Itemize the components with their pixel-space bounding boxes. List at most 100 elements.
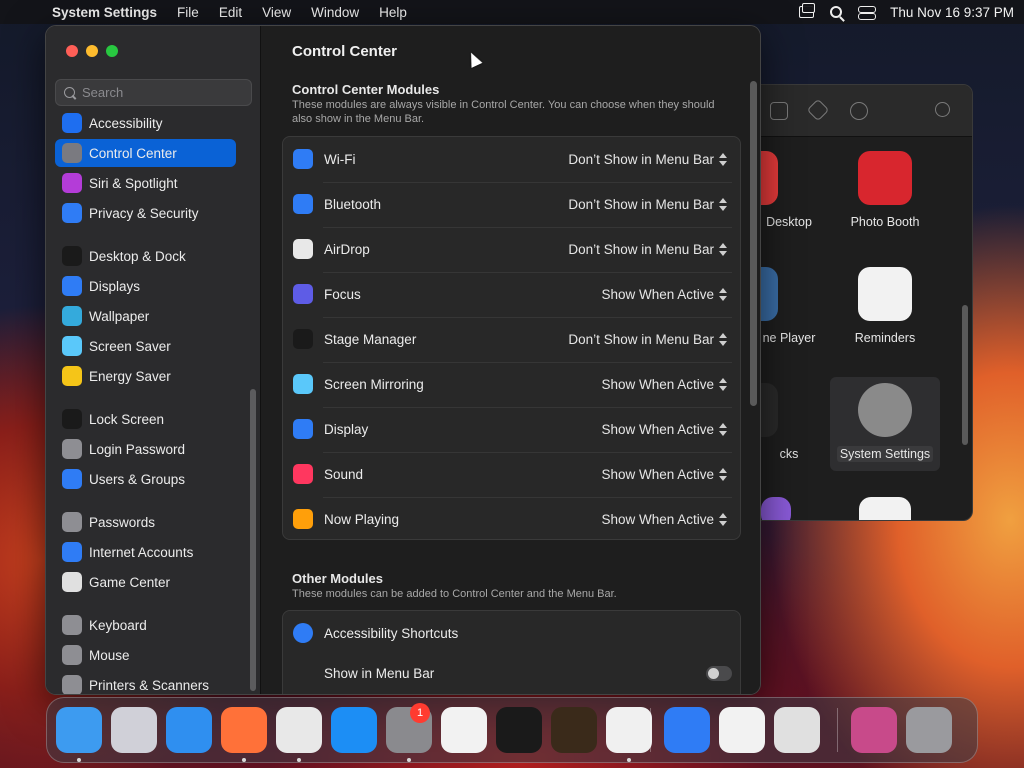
chevron-up-down-icon[interactable] [718, 242, 728, 257]
finder-icon[interactable] [56, 707, 102, 753]
chevron-up-down-icon[interactable] [718, 377, 728, 392]
trash-icon[interactable] [906, 707, 952, 753]
sidebar-item-displays[interactable]: Displays [55, 272, 236, 300]
p-app-icon[interactable] [719, 707, 765, 753]
sidebar-item-printers-scanners[interactable]: Printers & Scanners [55, 671, 236, 694]
app-partial-icon[interactable] [859, 497, 911, 520]
launchpad-icon[interactable] [111, 707, 157, 753]
menu-window[interactable]: Window [311, 5, 359, 20]
sidebar-item-wallpaper[interactable]: Wallpaper [55, 302, 236, 330]
app-label: ne Player [762, 331, 816, 345]
chevron-up-down-icon[interactable] [718, 152, 728, 167]
chevron-up-down-icon[interactable] [718, 287, 728, 302]
textedit-icon[interactable] [441, 707, 487, 753]
guitar-icon[interactable] [551, 707, 597, 753]
share-icon[interactable] [770, 102, 788, 120]
zoom-button[interactable] [106, 45, 118, 57]
users-icon [62, 469, 82, 489]
search-icon[interactable] [935, 102, 950, 117]
safari-icon[interactable] [166, 707, 212, 753]
sidebar-item-label: Passwords [89, 514, 156, 530]
menu-bar-visibility-popup[interactable]: Don’t Show in Menu Bar [568, 332, 714, 347]
photo-booth-icon [858, 151, 912, 205]
chevron-up-down-icon[interactable] [718, 197, 728, 212]
terminal-icon[interactable] [496, 707, 542, 753]
scrollbar[interactable] [962, 305, 968, 445]
sidebar-item-control-center[interactable]: Control Center [55, 139, 236, 167]
menu-bar-visibility-popup[interactable]: Show When Active [601, 377, 714, 392]
show-in-menu-bar-toggle[interactable] [706, 666, 732, 681]
app-label: System Settings [836, 446, 934, 462]
row-label: Focus [324, 287, 361, 302]
menu-bar-visibility-popup[interactable]: Show When Active [601, 467, 714, 482]
sidebar-item-game-center[interactable]: Game Center [55, 568, 236, 596]
search-input[interactable]: Search [55, 79, 252, 106]
spotlight-search-icon[interactable] [830, 6, 843, 18]
sidebar-item-accessibility[interactable]: Accessibility [55, 109, 236, 137]
app-partial-icon[interactable] [761, 497, 791, 520]
chevron-up-down-icon[interactable] [718, 467, 728, 482]
menu-bar-visibility-popup[interactable]: Don’t Show in Menu Bar [568, 242, 714, 257]
minimize-button[interactable] [86, 45, 98, 57]
main-content: Control Center Control Center Modules Th… [262, 26, 760, 694]
menu-bar-visibility-popup[interactable]: Show When Active [601, 287, 714, 302]
sidebar-item-siri-spotlight[interactable]: Siri & Spotlight [55, 169, 236, 197]
module-row-screen-mirroring: Screen Mirroring Show When Active [283, 362, 742, 407]
menu-file[interactable]: File [177, 5, 199, 20]
sidebar-item-users-groups[interactable]: Users & Groups [55, 465, 236, 493]
sidebar-item-passwords[interactable]: Passwords [55, 508, 236, 536]
sidebar-item-mouse[interactable]: Mouse [55, 641, 236, 669]
app-label: Reminders [854, 331, 916, 345]
app-photo-booth[interactable]: Photo Booth [830, 151, 940, 229]
speaker-icon [293, 464, 313, 484]
screen-mirroring-icon[interactable] [799, 3, 816, 18]
menu-bar-visibility-popup[interactable]: Show When Active [601, 512, 714, 527]
screen-sharing-icon[interactable] [774, 707, 820, 753]
accessibility-icon [293, 623, 313, 643]
sidebar-item-login-password[interactable]: Login Password [55, 435, 236, 463]
sidebar-scrollbar[interactable] [250, 389, 256, 691]
sidebar-item-label: Game Center [89, 574, 171, 590]
tag-icon[interactable] [806, 98, 830, 122]
sidebar-item-desktop-dock[interactable]: Desktop & Dock [55, 242, 236, 270]
firefox-icon[interactable] [221, 707, 267, 753]
chevron-up-down-icon[interactable] [718, 512, 728, 527]
menu-edit[interactable]: Edit [219, 5, 242, 20]
app-store-icon[interactable] [331, 707, 377, 753]
game-center-icon [62, 572, 82, 592]
more-options-icon[interactable] [850, 102, 868, 120]
menu-bar-visibility-popup[interactable]: Don’t Show in Menu Bar [568, 152, 714, 167]
menu-help[interactable]: Help [379, 5, 407, 20]
sidebar-item-privacy-security[interactable]: Privacy & Security [55, 199, 236, 227]
content-scrollbar[interactable] [750, 81, 757, 406]
app-reminders[interactable]: Reminders [830, 267, 940, 345]
chevron-up-down-icon[interactable] [718, 422, 728, 437]
sidebar-item-lock-screen[interactable]: Lock Screen [55, 405, 236, 433]
module-row-wi-fi: Wi-Fi Don’t Show in Menu Bar [283, 137, 742, 182]
close-button[interactable] [66, 45, 78, 57]
menu-bar-clock[interactable]: Thu Nov 16 9:37 PM [890, 5, 1014, 20]
app-label: Desktop [766, 215, 812, 229]
chrome-icon[interactable] [276, 707, 322, 753]
menu-view[interactable]: View [262, 5, 291, 20]
dock [46, 697, 978, 763]
row-accessibility-shortcuts[interactable]: Accessibility Shortcuts [283, 611, 742, 656]
hand-icon [62, 203, 82, 223]
downloads-stack-icon[interactable] [851, 707, 897, 753]
sidebar-item-label: Privacy & Security [89, 205, 199, 221]
vscode-icon[interactable] [606, 707, 652, 753]
weather-icon[interactable] [664, 707, 710, 753]
chevron-up-down-icon[interactable] [718, 332, 728, 347]
app-system-settings[interactable]: System Settings [830, 377, 940, 471]
sidebar-item-screen-saver[interactable]: Screen Saver [55, 332, 236, 360]
sidebar-item-internet-accounts[interactable]: Internet Accounts [55, 538, 236, 566]
row-show-in-menu-bar: Show in Menu Bar [283, 651, 742, 694]
menu-bar: System Settings File Edit View Window He… [0, 0, 1024, 24]
menu-bar-visibility-popup[interactable]: Don’t Show in Menu Bar [568, 197, 714, 212]
sidebar-item-keyboard[interactable]: Keyboard [55, 611, 236, 639]
sidebar-item-energy-saver[interactable]: Energy Saver [55, 362, 236, 390]
menu-bar-visibility-popup[interactable]: Show When Active [601, 422, 714, 437]
control-center-icon[interactable] [858, 5, 877, 20]
app-menu[interactable]: System Settings [52, 5, 157, 20]
sidebar-item-label: Desktop & Dock [89, 248, 186, 264]
